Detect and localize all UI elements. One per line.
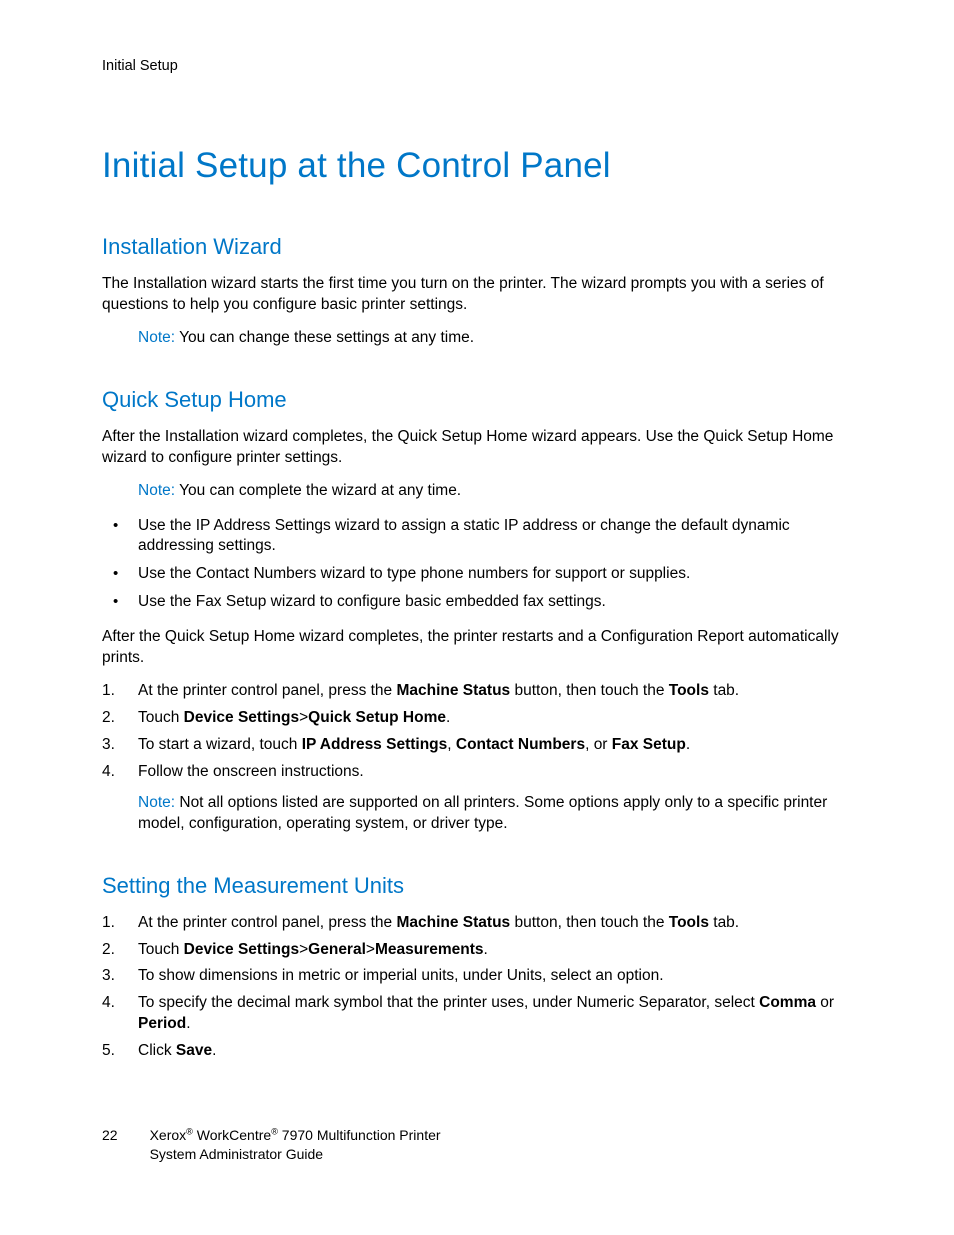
bullet-list: Use the IP Address Settings wizard to as… <box>102 516 856 614</box>
main-title: Initial Setup at the Control Panel <box>102 146 856 186</box>
step-item: To specify the decimal mark symbol that … <box>138 993 856 1035</box>
step-item: At the printer control panel, press the … <box>138 913 856 934</box>
list-item: Use the Fax Setup wizard to configure ba… <box>138 592 856 613</box>
body-paragraph: After the Installation wizard completes,… <box>102 427 856 469</box>
numbered-steps: At the printer control panel, press the … <box>102 681 856 783</box>
list-item: Use the IP Address Settings wizard to as… <box>138 516 856 558</box>
running-header: Initial Setup <box>102 58 856 74</box>
document-page: Initial Setup Initial Setup at the Contr… <box>0 0 954 1062</box>
note-label: Note: <box>138 329 175 346</box>
numbered-steps: At the printer control panel, press the … <box>102 913 856 1063</box>
note-label: Note: <box>138 794 175 811</box>
step-item: Follow the onscreen instructions. <box>138 762 856 783</box>
note-block: Note: You can complete the wizard at any… <box>102 481 856 502</box>
note-label: Note: <box>138 482 175 499</box>
note-block: Note: Not all options listed are support… <box>102 793 856 835</box>
note-text: You can complete the wizard at any time. <box>175 482 461 499</box>
body-paragraph: The Installation wizard starts the first… <box>102 274 856 316</box>
step-item: To start a wizard, touch IP Address Sett… <box>138 735 856 756</box>
section-title-quick-setup-home: Quick Setup Home <box>102 387 856 413</box>
step-item: Click Save. <box>138 1041 856 1062</box>
footer-text: Xerox® WorkCentre® 7970 Multifunction Pr… <box>150 1126 441 1164</box>
page-footer: 22 Xerox® WorkCentre® 7970 Multifunction… <box>102 1126 441 1164</box>
page-number: 22 <box>102 1126 118 1145</box>
step-item: Touch Device Settings>Quick Setup Home. <box>138 708 856 729</box>
note-block: Note: You can change these settings at a… <box>102 328 856 349</box>
note-text: Not all options listed are supported on … <box>138 794 827 832</box>
list-item: Use the Contact Numbers wizard to type p… <box>138 564 856 585</box>
note-text: You can change these settings at any tim… <box>175 329 474 346</box>
body-paragraph: After the Quick Setup Home wizard comple… <box>102 627 856 669</box>
step-item: Touch Device Settings>General>Measuremen… <box>138 940 856 961</box>
step-item: At the printer control panel, press the … <box>138 681 856 702</box>
step-item: To show dimensions in metric or imperial… <box>138 966 856 987</box>
section-title-installation-wizard: Installation Wizard <box>102 234 856 260</box>
section-title-measurement-units: Setting the Measurement Units <box>102 873 856 899</box>
